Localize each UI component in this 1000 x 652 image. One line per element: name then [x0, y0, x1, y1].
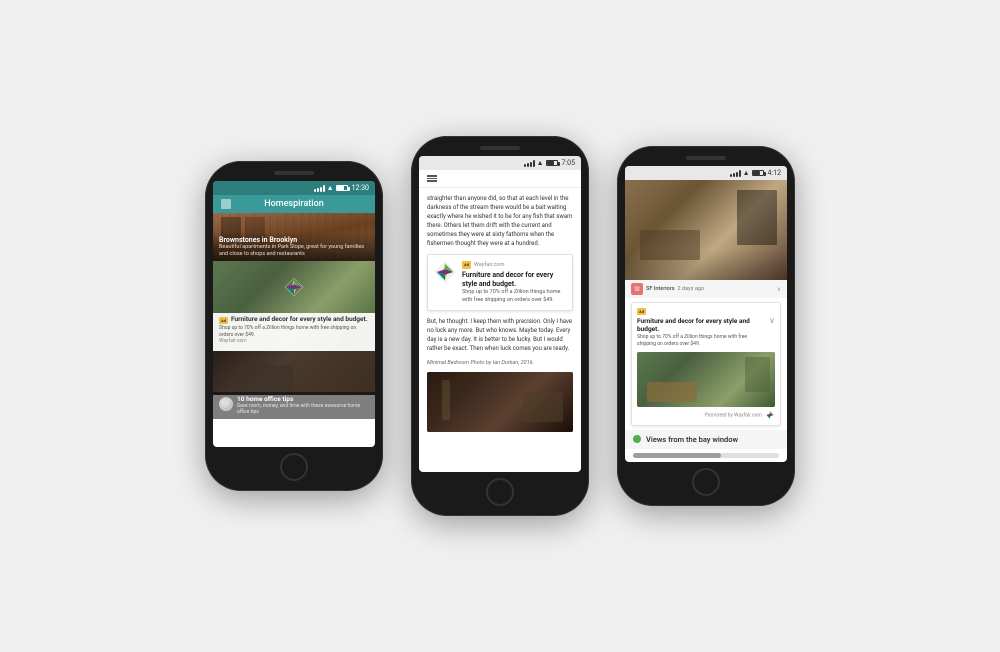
- wayfair-footer: Promoted by Wayfair.com: [637, 410, 775, 420]
- phone-2-speaker: [480, 146, 520, 150]
- wifi-icon-2: ▲: [537, 159, 544, 167]
- source-info-bar: SI SF Interiors 2 days ago ∨: [625, 280, 787, 298]
- source-logo: SI: [631, 283, 643, 295]
- source-time: 2 days ago: [678, 286, 705, 292]
- article-text-1: straighter than anyone did, so that at e…: [427, 194, 573, 248]
- ad-badge: Ad: [219, 317, 228, 324]
- ad-source-line: Ad Wayfair.com: [462, 261, 566, 269]
- wifi-icon: ▲: [327, 184, 334, 192]
- top-photo-card[interactable]: [625, 180, 787, 280]
- phone-3-status-bar: ▲ 4:12: [625, 166, 787, 180]
- card-brownstones[interactable]: Brownstones in Brooklyn Beautiful apartm…: [213, 213, 375, 261]
- phones-container: ▲ 12:30 Homespiration: [185, 116, 815, 536]
- phone-3-speaker: [686, 156, 726, 160]
- wifi-icon-3: ▲: [743, 169, 750, 177]
- phone-2-screen: ▲ 7:05 straighter than anyone did, so th…: [419, 156, 581, 472]
- ad-badge-3: Ad: [637, 308, 646, 315]
- card-subtitle: Beautiful apartments in Park Slope, grea…: [219, 244, 369, 258]
- phone-2: ▲ 7:05 straighter than anyone did, so th…: [411, 136, 589, 516]
- time-display-3: 4:12: [768, 169, 782, 177]
- author-avatar: [219, 397, 233, 411]
- phone-1: ▲ 12:30 Homespiration: [205, 161, 383, 491]
- source-name: SF Interiors: [646, 286, 675, 292]
- ad-header: Ad Furniture and decor for every style a…: [637, 308, 775, 348]
- home-icon: [221, 199, 231, 209]
- battery-icon-2: [546, 160, 558, 166]
- top-photo-bg: [625, 180, 787, 280]
- phone-1-header: Homespiration: [213, 195, 375, 213]
- signal-icon-3: [730, 169, 741, 177]
- ad-title-3: Furniture and decor for every style and …: [637, 317, 765, 334]
- article-text-2: But, he thought. I keep them with precis…: [427, 317, 573, 353]
- ad-source-2: Wayfair.com: [474, 261, 504, 269]
- ad-collapse-icon[interactable]: ∨: [769, 308, 775, 327]
- ad-text: Ad Furniture and decor for every style a…: [637, 308, 765, 348]
- ad-image: [637, 352, 775, 407]
- app-title: Homespiration: [235, 199, 353, 209]
- caption-text: Minimal Bedroom: [427, 360, 469, 366]
- card-overlay: Brownstones in Brooklyn Beautiful apartm…: [213, 232, 375, 261]
- hamburger-menu[interactable]: [427, 174, 437, 183]
- status-icons-2: ▲ 7:05: [524, 159, 575, 167]
- phone-1-speaker: [274, 171, 314, 175]
- caption-credit: Photo by Ian Durkan, 2016.: [470, 360, 534, 366]
- status-icons: ▲ 12:30: [314, 184, 369, 192]
- card-ad[interactable]: Ad Furniture and decor for every style a…: [213, 261, 375, 351]
- phone-1-home-button[interactable]: [280, 453, 308, 481]
- progress-bar: [633, 453, 779, 458]
- card3-title: 10 home office tips: [219, 395, 369, 403]
- section-title: Views from the bay window: [646, 435, 738, 444]
- card-home-office[interactable]: 10 home office tips Save room, money, an…: [213, 351, 375, 419]
- battery-icon-3: [752, 170, 764, 176]
- phone-1-screen: ▲ 12:30 Homespiration: [213, 181, 375, 447]
- phone-3-home-button[interactable]: [692, 468, 720, 496]
- ad-overlay: Ad Furniture and decor for every style a…: [213, 313, 375, 351]
- ad-card-3[interactable]: Ad Furniture and decor for every style a…: [631, 302, 781, 426]
- battery-icon: [336, 185, 348, 191]
- ad-title: Furniture and decor for every style and …: [231, 316, 368, 324]
- phone-2-status-bar: ▲ 7:05: [419, 156, 581, 170]
- phone-3-screen: ▲ 4:12 SI: [625, 166, 787, 462]
- article-caption: Minimal Bedroom Photo by Ian Durkan, 201…: [427, 359, 573, 367]
- card3-overlay: 10 home office tips Save room, money, an…: [213, 392, 375, 419]
- phone-3: ▲ 4:12 SI: [617, 146, 795, 506]
- phone-2-home-button[interactable]: [486, 478, 514, 506]
- card3-subtitle: Save room, money, and time with these aw…: [219, 403, 369, 416]
- ad-subtitle-3: Shop up to 70% off a Zillion things home…: [637, 334, 765, 348]
- time-display-2: 7:05: [562, 159, 576, 167]
- time-display: 12:30: [352, 184, 369, 192]
- source-details: SI SF Interiors 2 days ago: [631, 283, 704, 295]
- phone-1-status-bar: ▲ 12:30: [213, 181, 375, 195]
- ad-body: Ad Wayfair.com Furniture and decor for e…: [462, 261, 566, 305]
- footer-text: Promoted by Wayfair.com: [704, 412, 761, 418]
- ad-subtitle-2: Shop up to 70% off a Zillion things home…: [462, 289, 566, 304]
- article-content: straighter than anyone did, so that at e…: [419, 188, 581, 438]
- ad-title-2: Furniture and decor for every style and …: [462, 271, 566, 289]
- section-dot: [633, 435, 641, 443]
- card-title: Brownstones in Brooklyn: [219, 236, 369, 244]
- home-office-bg: [213, 351, 375, 395]
- ad-card-2[interactable]: Ad Wayfair.com Furniture and decor for e…: [427, 254, 573, 312]
- signal-icon: [314, 184, 325, 192]
- wayfair-logo: [434, 261, 456, 283]
- bay-window-section: Views from the bay window: [625, 430, 787, 449]
- expand-icon[interactable]: ∨: [777, 286, 781, 293]
- status-icons-3: ▲ 4:12: [730, 169, 781, 177]
- article-image: [427, 372, 573, 432]
- ad-subtitle: Shop up to 70% off a Zillion things home…: [219, 325, 369, 338]
- signal-icon-2: [524, 159, 535, 167]
- progress-fill: [633, 453, 721, 458]
- phone-2-toolbar: [419, 170, 581, 188]
- ad-source: Wayfair.com: [219, 338, 369, 344]
- ad-badge-2: Ad: [462, 261, 471, 269]
